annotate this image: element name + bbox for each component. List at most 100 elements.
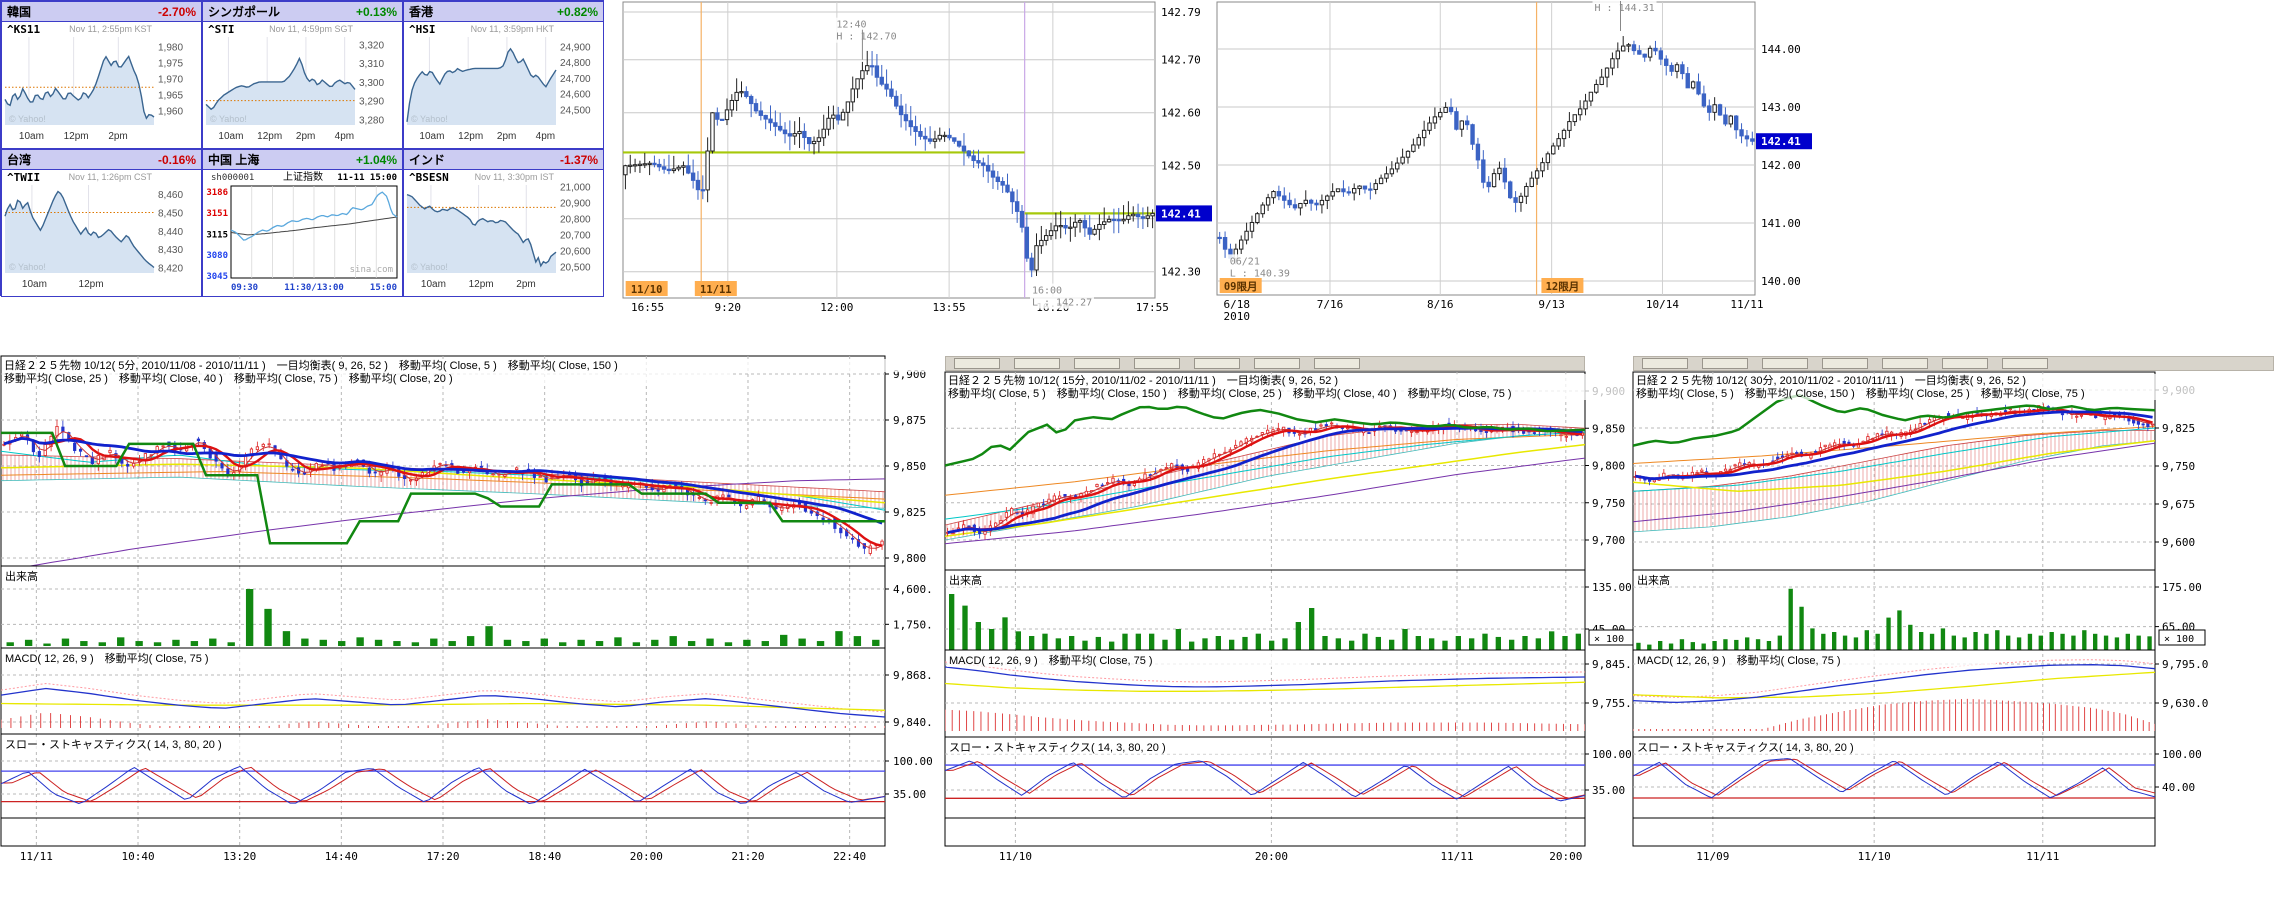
y-axis-label: 142.00	[1761, 159, 1801, 172]
y-axis-label: 135.00	[1592, 581, 1632, 594]
futures-chart-1: 9,9009,8759,8509,8259,8004,600.1,750.9,8…	[1, 356, 1016, 863]
panel-label: 出来高	[5, 569, 38, 583]
x-axis-sublabel: 2010	[1223, 310, 1250, 323]
y-axis-label: 9,795.0	[2162, 658, 2208, 671]
panel-label: 移動平均( Close, 25 ) 移動平均( Close, 40 ) 移動平均…	[4, 371, 453, 385]
titlebar-button-fragment[interactable]	[954, 358, 1000, 369]
x-axis-label: 16:55	[631, 301, 664, 314]
y-axis-label: 4,600.	[893, 583, 933, 596]
x-axis-label: 21:20	[731, 850, 764, 863]
y-axis-label: 35.00	[893, 788, 926, 801]
titlebar-button-fragment[interactable]	[1642, 358, 1688, 369]
panel-label: 移動平均( Close, 5 ) 移動平均( Close, 150 ) 移動平均…	[1636, 386, 2085, 400]
y-axis-label: 9,845.0	[1592, 658, 1638, 671]
x-axis-label: 10/14	[1646, 298, 1679, 311]
session-label: 11/10	[631, 284, 663, 296]
y-axis-label: 9,868.	[893, 669, 933, 682]
y-axis-label: 142.50	[1161, 160, 1201, 173]
x-axis-label: 11/11	[20, 850, 53, 863]
titlebar-button-fragment[interactable]	[1254, 358, 1300, 369]
y-axis-label: 40.00	[2162, 781, 2195, 794]
titlebar-button-fragment[interactable]	[2002, 358, 2048, 369]
titlebar-button-fragment[interactable]	[1014, 358, 1060, 369]
y-axis-label: 1,750.	[893, 618, 933, 631]
x-axis-label: 11/10	[999, 850, 1032, 863]
x-axis-label: 11/10	[1858, 850, 1891, 863]
titlebar-button-fragment[interactable]	[1822, 358, 1868, 369]
y-axis-label: 9,825	[893, 506, 926, 519]
x-axis-label: 17:55	[1136, 301, 1169, 314]
x-axis-label: 9/13	[1538, 298, 1565, 311]
session-label: 12限月	[1546, 281, 1580, 293]
x-axis-label: 18:40	[528, 850, 561, 863]
window-titlebar-fragment[interactable]	[1633, 356, 2274, 371]
panel-label: スロー・ストキャスティクス( 14, 3, 80, 20 )	[949, 741, 1166, 754]
y-axis-label: 35.00	[1592, 784, 1625, 797]
y-axis-label: 142.30	[1161, 266, 1201, 279]
y-axis-label: 9,675	[2162, 498, 2195, 511]
label: 06/21	[1230, 256, 1260, 267]
titlebar-button-fragment[interactable]	[1942, 358, 1988, 369]
x-axis-label: 11/09	[1696, 850, 1729, 863]
panel-label: 出来高	[949, 573, 982, 587]
y-axis-label: 144.00	[1761, 43, 1801, 56]
panel-label: MACD( 12, 26, 9 ) 移動平均( Close, 75 )	[1637, 653, 1841, 667]
panel-label: MACD( 12, 26, 9 ) 移動平均( Close, 75 )	[949, 653, 1153, 667]
intraday-candle-chart: 142.79142.70142.60142.50142.3016:559:201…	[623, 2, 1212, 314]
y-axis-label: 175.00	[2162, 581, 2202, 594]
titlebar-button-fragment[interactable]	[1882, 358, 1928, 369]
y-axis-label: 142.60	[1161, 107, 1201, 120]
titlebar-button-fragment[interactable]	[1074, 358, 1120, 369]
x-axis-label: 7/16	[1317, 298, 1344, 311]
y-axis-label: 140.00	[1761, 275, 1801, 288]
x-axis-label: 13:20	[223, 850, 256, 863]
x-axis-label: 11/11	[1440, 850, 1473, 863]
x-axis-label: 22:40	[833, 850, 866, 863]
titlebar-button-fragment[interactable]	[1194, 358, 1240, 369]
y-axis-label: 9,850	[1592, 422, 1625, 435]
label: H : 142.70	[836, 32, 896, 43]
y-axis-label: 141.00	[1761, 217, 1801, 230]
y-axis-label: 100.00	[1592, 748, 1632, 761]
plot-border	[623, 2, 1155, 298]
multiplier-badge: × 100	[1594, 634, 1624, 645]
titlebar-button-fragment[interactable]	[1134, 358, 1180, 369]
label: 16:00	[1032, 286, 1062, 297]
label: L : 140.39	[1230, 268, 1290, 279]
panel-label: MACD( 12, 26, 9 ) 移動平均( Close, 75 )	[5, 651, 209, 665]
plot-border	[1217, 2, 1755, 295]
y-axis-label: 143.00	[1761, 101, 1801, 114]
low-annotation: 16:00L : 142.27	[1030, 284, 1094, 309]
y-axis-label: 9,630.0	[2162, 697, 2208, 710]
y-axis-label: 9,600	[2162, 536, 2195, 549]
panel-label: 出来高	[1637, 573, 1670, 587]
y-axis-label: 9,800	[1592, 460, 1625, 473]
y-axis-label: 100.00	[2162, 748, 2202, 761]
titlebar-button-fragment[interactable]	[1314, 358, 1360, 369]
daily-candle-chart: 144.00143.00142.00141.00140.006/1820107/…	[1217, 0, 1812, 323]
x-axis-label: 20:00	[1549, 850, 1582, 863]
y-axis-label: 142.79	[1161, 6, 1201, 19]
x-axis-label: 13:55	[933, 301, 966, 314]
panel-label: スロー・ストキャスティクス( 14, 3, 80, 20 )	[5, 738, 222, 751]
panel-label: 移動平均( Close, 5 ) 移動平均( Close, 150 ) 移動平均…	[948, 386, 1512, 400]
window-titlebar-fragment[interactable]	[945, 356, 1585, 371]
y-axis-label: 9,700	[1592, 534, 1625, 547]
y-axis-label: 9,750	[1592, 497, 1625, 510]
y-axis-label: 9,750	[2162, 460, 2195, 473]
label: L : 142.27	[1032, 298, 1092, 309]
y-axis-label: 9,840.	[893, 716, 933, 729]
y-axis-label: 100.00	[893, 755, 933, 768]
titlebar-button-fragment[interactable]	[1762, 358, 1808, 369]
panel-label: スロー・ストキャスティクス( 14, 3, 80, 20 )	[1637, 741, 1854, 754]
trading-desktop: 韓国-2.70%^KS11Nov 11, 2:55pm KST1,9801,97…	[0, 0, 2274, 904]
window-border	[945, 372, 1585, 846]
titlebar-button-fragment[interactable]	[1702, 358, 1748, 369]
x-axis-label: 17:20	[426, 850, 459, 863]
current-price-tag: 142.41	[1761, 135, 1801, 148]
x-axis-label: 14:40	[325, 850, 358, 863]
session-label: 09限月	[1224, 281, 1258, 293]
multiplier-badge: × 100	[2164, 634, 2194, 645]
x-axis-label: 11/11	[1730, 298, 1763, 311]
y-axis-label: 9,755.0	[1592, 697, 1638, 710]
